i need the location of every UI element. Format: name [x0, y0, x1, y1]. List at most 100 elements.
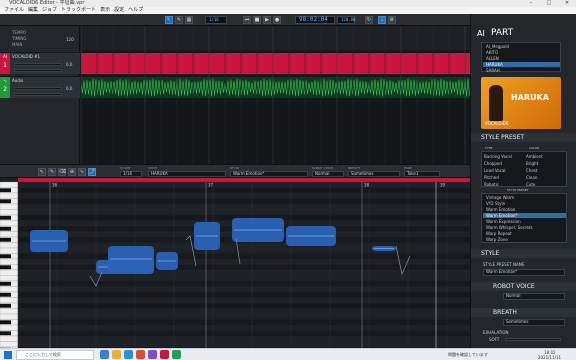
style-preset-header[interactable]: STYLE PRESET [471, 133, 576, 142]
voicebank-item[interactable]: ALLEN [483, 56, 560, 61]
menu-edit[interactable]: 編集 [28, 7, 38, 13]
piano-key-black[interactable] [0, 281, 11, 286]
track-canvas[interactable] [81, 26, 470, 164]
piano-key-black[interactable] [0, 303, 11, 308]
robot-voice-select[interactable]: Normal [312, 171, 344, 177]
measure-number[interactable]: 39 [440, 183, 446, 188]
maximize-button[interactable]: □ [540, 0, 558, 7]
style-select[interactable]: Warm Emotion* [230, 171, 308, 177]
pointer-tool-icon[interactable]: ↖ [165, 16, 173, 24]
piano-key-black[interactable] [0, 237, 11, 242]
piano-key-black[interactable] [0, 320, 11, 325]
piano-key-white[interactable] [0, 242, 19, 249]
piano-key-white[interactable] [0, 341, 19, 348]
menu-view[interactable]: 表示 [100, 7, 110, 13]
take-select[interactable]: Take1 [404, 171, 440, 177]
piano-key-white[interactable] [0, 286, 19, 293]
piano-key-black[interactable] [0, 292, 11, 297]
piano-key-black[interactable] [0, 265, 11, 270]
menu-help[interactable]: ヘルプ [128, 7, 143, 13]
piano-key-black[interactable] [0, 226, 11, 231]
breath-mode-select[interactable]: Sometimes [503, 319, 565, 326]
voicebank-list[interactable]: AI_Megpoid AKITO ALLEN HARUKA SARAH [481, 42, 561, 73]
piano-key-white[interactable] [0, 335, 19, 342]
task-view-icon[interactable] [100, 350, 109, 359]
quantize-display[interactable]: 1/16 [205, 16, 227, 24]
piano-key-white[interactable] [0, 192, 19, 199]
start-icon[interactable] [4, 351, 12, 359]
voicebank-item[interactable]: AI_Megpoid [483, 44, 560, 49]
vocaloid-taskbar-icon[interactable] [160, 350, 169, 359]
menu-settings[interactable]: 設定 [114, 7, 124, 13]
vibrato-tool-icon[interactable]: ∿ [78, 168, 86, 176]
piano-key-black[interactable] [0, 199, 11, 204]
track-2-pan-slider[interactable] [14, 93, 62, 96]
color-item[interactable]: Clean [526, 175, 537, 180]
zoom-tool-icon[interactable]: ⊕ [68, 168, 76, 176]
preset-item[interactable]: Warm Whisper, Secrets [483, 225, 566, 230]
piano-key-white[interactable] [0, 247, 19, 254]
measure-number[interactable]: 38 [364, 183, 370, 188]
piano-key-white[interactable] [0, 324, 19, 331]
track-1-volume-slider[interactable] [14, 63, 62, 66]
rewind-button[interactable]: ⏮ [243, 16, 251, 24]
app-icon[interactable] [172, 350, 181, 359]
stop-button[interactable]: ■ [253, 16, 261, 24]
piano-key-white[interactable] [0, 220, 19, 227]
quant-select[interactable]: 1/16 [120, 171, 142, 177]
exhalation-slider[interactable] [505, 338, 561, 341]
menu-job[interactable]: ジョブ [42, 7, 57, 13]
piano-roll-editor[interactable]: 36 37 38 39 [0, 178, 470, 348]
piano-key-black[interactable] [0, 188, 11, 193]
type-item[interactable]: Backing Vocal [484, 154, 512, 159]
voicebank-item-selected[interactable]: HARUKA [483, 62, 560, 67]
piano-key-white[interactable] [0, 269, 19, 276]
preset-item[interactable]: Warm Emotion [483, 207, 566, 212]
piano-key-white[interactable] [0, 258, 19, 265]
type-color-list[interactable]: Backing Vocal Chopped Lead Vocal Pitched… [481, 151, 567, 187]
pencil-tool-icon[interactable]: ✎ [175, 16, 183, 24]
preset-item[interactable]: Warp Repeat [483, 231, 566, 236]
piano-key-black[interactable] [0, 215, 11, 220]
style-preset-name-field[interactable]: Warm Emotion* [483, 269, 565, 276]
app-icon[interactable] [148, 350, 157, 359]
piano-key-white[interactable] [0, 203, 19, 210]
type-item[interactable]: Chopped [484, 161, 502, 166]
eraser-tool-icon[interactable]: ⌫ [58, 168, 66, 176]
piano-key-white[interactable] [0, 308, 19, 315]
loop-button[interactable]: ↻ [365, 16, 373, 24]
voicebank-item[interactable]: AKITO [483, 50, 560, 55]
preset-item[interactable]: Warp Zone [483, 237, 566, 242]
piano-key-white[interactable] [0, 209, 19, 216]
measure-number[interactable]: 36 [52, 183, 58, 188]
play-button[interactable]: ▶ [263, 16, 271, 24]
grid-icon[interactable]: ▦ [185, 16, 193, 24]
preset-item-selected[interactable]: Warm Emotion* [483, 213, 566, 218]
color-item[interactable]: Cute [526, 182, 535, 187]
style-preset-list[interactable]: Vintage Warm VY2 Style Warm Emotion Warm… [481, 193, 567, 243]
piano-key-black[interactable] [0, 331, 11, 336]
metronome-button[interactable]: ♩ [378, 16, 386, 24]
piano-key-white[interactable] [0, 181, 19, 188]
piano-key-white[interactable] [0, 297, 19, 304]
piano-keyboard[interactable] [0, 181, 19, 348]
record-button[interactable]: ● [273, 16, 281, 24]
search-box[interactable]: ここに入力して検索 [16, 350, 94, 360]
track-timeline[interactable] [81, 26, 470, 164]
track-2-header[interactable]: ∿ 2 Audio 0.0 [0, 76, 80, 98]
breath-header[interactable]: BREATH [471, 308, 576, 317]
type-item[interactable]: Lead Vocal [484, 168, 506, 173]
piano-roll-canvas[interactable]: 36 37 38 39 [0, 178, 470, 348]
piano-key-white[interactable] [0, 275, 19, 282]
track-1-header[interactable]: AI 1 VOCALOID #1 0.0 [0, 52, 80, 74]
breath-select[interactable]: Sometimes [348, 171, 400, 177]
edge-icon[interactable] [124, 350, 133, 359]
voice-select[interactable]: HARUKA [148, 171, 226, 177]
piano-key-white[interactable] [0, 313, 19, 320]
preset-item[interactable]: Vintage Warm [483, 195, 566, 200]
vocal-part-clip[interactable] [81, 53, 470, 74]
chrome-icon[interactable] [136, 350, 145, 359]
close-button[interactable]: ✕ [558, 0, 576, 7]
draw-tool-icon[interactable]: ✎ [48, 168, 56, 176]
color-item[interactable]: Ambient [526, 154, 543, 159]
